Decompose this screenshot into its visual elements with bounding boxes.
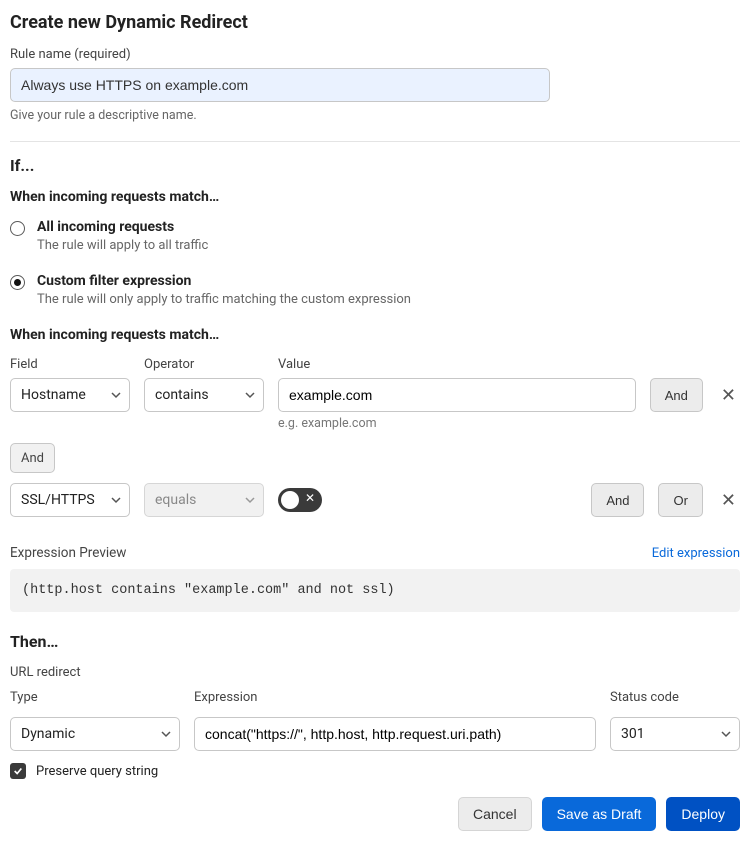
value-input[interactable] (278, 378, 636, 412)
type-select-value: Dynamic (21, 726, 75, 742)
save-draft-button[interactable]: Save as Draft (542, 797, 657, 831)
radio-custom-label: Custom filter expression (37, 273, 740, 289)
then-row: Dynamic 301 (10, 717, 740, 751)
radio-all-label: All incoming requests (37, 219, 740, 235)
expression-row: SSL/HTTPS equals ✕ And Or ✕ (10, 483, 740, 517)
chevron-down-icon (111, 495, 121, 505)
type-select[interactable]: Dynamic (10, 717, 180, 751)
chevron-down-icon (721, 729, 731, 739)
status-code-value: 301 (621, 726, 645, 742)
radio-all-incoming[interactable]: All incoming requests The rule will appl… (10, 219, 740, 253)
expression-row: Hostname contains And ✕ (10, 378, 740, 412)
status-code-select[interactable]: 301 (610, 717, 740, 751)
cancel-button[interactable]: Cancel (458, 797, 532, 831)
preserve-query-label: Preserve query string (36, 764, 158, 779)
remove-row-icon[interactable]: ✕ (717, 486, 740, 515)
close-icon: ✕ (305, 491, 315, 505)
rule-name-label: Rule name (required) (10, 47, 740, 62)
col-type: Type (10, 690, 180, 705)
builder-col-headers: Field Operator Value (10, 357, 740, 372)
expression-input[interactable] (194, 717, 596, 751)
chevron-down-icon (161, 729, 171, 739)
field-select[interactable]: SSL/HTTPS (10, 483, 130, 517)
then-heading: Then… (10, 632, 740, 651)
rule-name-help: Give your rule a descriptive name. (10, 108, 740, 123)
radio-icon[interactable] (10, 275, 25, 290)
and-button[interactable]: And (650, 378, 703, 412)
divider (10, 141, 740, 142)
builder-heading: When incoming requests match… (10, 327, 740, 343)
operator-select-value: contains (155, 387, 209, 403)
footer-buttons: Cancel Save as Draft Deploy (10, 797, 740, 831)
rule-name-input[interactable] (10, 68, 550, 102)
or-button[interactable]: Or (658, 483, 702, 517)
toggle-knob (281, 491, 299, 509)
col-field: Field (10, 357, 130, 372)
preserve-query-checkbox[interactable] (10, 763, 26, 779)
field-select-value: Hostname (21, 387, 86, 403)
page-title: Create new Dynamic Redirect (10, 12, 740, 33)
remove-row-icon[interactable]: ✕ (717, 381, 740, 410)
col-status: Status code (610, 690, 740, 705)
url-redirect-label: URL redirect (10, 665, 740, 680)
and-button[interactable]: And (591, 483, 644, 517)
field-select[interactable]: Hostname (10, 378, 130, 412)
col-expression: Expression (194, 690, 596, 705)
if-heading: If... (10, 156, 740, 175)
operator-select: equals (144, 483, 264, 517)
expression-preview-label: Expression Preview (10, 545, 126, 561)
operator-select-value: equals (155, 492, 196, 508)
radio-custom-desc: The rule will only apply to traffic matc… (37, 292, 740, 307)
operator-select[interactable]: contains (144, 378, 264, 412)
chevron-down-icon (245, 495, 255, 505)
radio-custom-expression[interactable]: Custom filter expression The rule will o… (10, 273, 740, 307)
value-hint: e.g. example.com (278, 416, 740, 431)
ssl-toggle[interactable]: ✕ (278, 488, 322, 512)
deploy-button[interactable]: Deploy (666, 797, 740, 831)
edit-expression-link[interactable]: Edit expression (652, 546, 740, 561)
col-value: Value (278, 357, 740, 372)
radio-icon[interactable] (10, 221, 25, 236)
radio-all-desc: The rule will apply to all traffic (37, 238, 740, 253)
field-select-value: SSL/HTTPS (21, 492, 95, 508)
match-heading: When incoming requests match… (10, 189, 740, 205)
chevron-down-icon (245, 390, 255, 400)
preserve-query-row[interactable]: Preserve query string (10, 763, 740, 779)
expression-preview-code: (http.host contains "example.com" and no… (10, 569, 740, 612)
then-col-headers: Type Expression Status code (10, 690, 740, 711)
chevron-down-icon (111, 390, 121, 400)
logic-chip-and[interactable]: And (10, 443, 55, 473)
col-operator: Operator (144, 357, 264, 372)
